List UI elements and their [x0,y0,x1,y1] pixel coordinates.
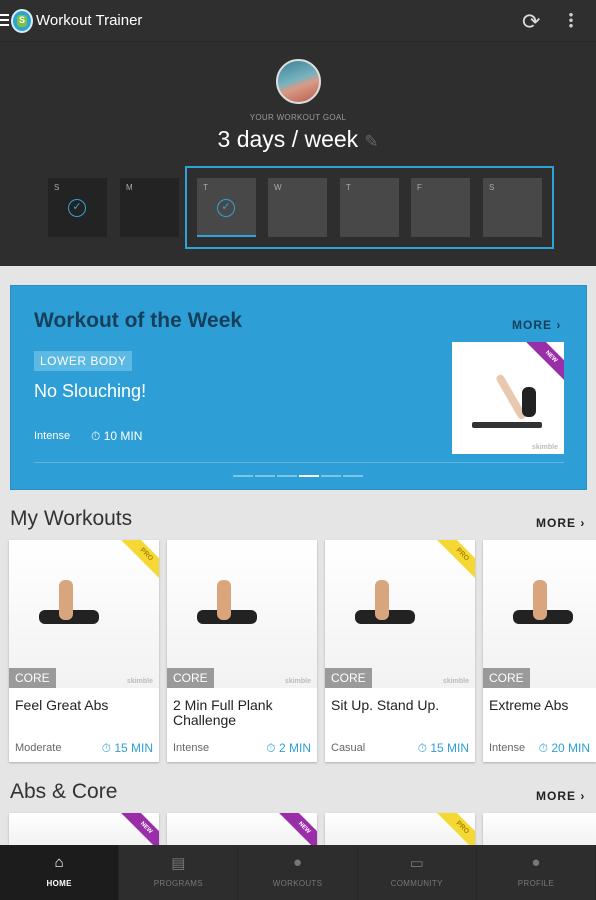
intensity: Intense [173,742,210,754]
intensity: Intense [34,430,71,442]
avatar[interactable] [276,59,321,104]
new-badge: NEW [524,342,564,384]
timer-icon: ⏱ [417,741,427,755]
tab-community[interactable]: ▭ COMMUNITY [358,845,477,900]
wotw-title: Workout of the Week [34,309,243,332]
abs-core-more-link[interactable]: MORE › [536,789,585,803]
edit-pencil-icon[interactable]: ✎ [364,132,378,151]
abs-workout-card[interactable]: NEW [167,813,317,845]
goal-text: 3 days / week [217,126,359,152]
chat-icon: ▭ [409,855,424,872]
workout-image: PRO [325,813,475,845]
duration: ⏱ 20 MIN [538,741,590,755]
page-dot [277,475,297,477]
duration: ⏱ 15 MIN [417,741,469,755]
workout-image: PRO CORE skimble [9,540,159,688]
day-4[interactable]: T [340,178,399,237]
abs-workout-card[interactable]: PRO [325,813,475,845]
workout-card[interactable]: CORE skimble 2 Min Full Plank Challenge … [167,540,317,762]
section-title-abs-core: Abs & Core [10,780,118,803]
duration: ⏱ 10 MIN [91,429,143,443]
abs-workout-card[interactable]: NEW [9,813,159,845]
workout-image: NEW [167,813,317,845]
watermark: skimble [531,444,558,451]
divider [34,462,564,463]
page-dot [343,475,363,477]
tab-home[interactable]: ⌂ HOME [0,845,120,900]
watermark: skimble [442,678,469,685]
category-tag: LOWER BODY [34,351,133,371]
workout-card[interactable]: PRO CORE skimble Sit Up. Stand Up. Casua… [325,540,475,762]
my-workouts-more-link[interactable]: MORE › [536,516,585,530]
timer-icon: ⏱ [101,741,111,755]
workout-of-the-week-card[interactable]: Workout of the Week MORE › LOWER BODY No… [10,285,587,490]
calendar-icon: ▤ [171,855,186,872]
timer-icon: ⏱ [91,429,101,443]
new-badge: NEW [277,813,317,845]
day-1[interactable]: M [120,178,179,237]
intensity: Intense [489,742,526,754]
watermark: skimble [284,678,311,685]
intensity: Casual [331,742,366,754]
day-2[interactable]: T ✓ [197,178,256,237]
app-title: Workout Trainer [36,12,143,29]
category-tag: CORE [325,668,372,688]
duration: ⏱ 15 MIN [101,741,153,755]
page-dot [255,475,275,477]
workout-card[interactable]: CORE Extreme Abs Intense ⏱ 20 MIN [483,540,596,762]
pro-badge: PRO [435,813,475,845]
day-0[interactable]: S ✓ [48,178,107,237]
goal-header: YOUR WORKOUT GOAL 3 days / week ✎ S ✓ M T ✓ W T… [0,42,596,266]
pro-badge: PRO [435,540,475,582]
watermark: skimble [126,678,153,685]
pro-badge: PRO [119,540,159,582]
app-logo[interactable]: S [11,9,33,33]
overflow-menu-icon[interactable] [569,12,573,28]
workout-image: CORE [483,540,596,688]
day-3[interactable]: W [268,178,327,237]
page-dot [321,475,341,477]
bottom-navigation: ⌂ HOME ▤ PROGRAMS ● WORKOUTS ▭ COMMUNITY ● PROFIL… [0,845,596,900]
stopwatch-icon: ● [292,854,303,871]
new-badge: NEW [119,813,159,845]
day-5[interactable]: F [411,178,470,237]
section-title-my-workouts: My Workouts [10,507,133,530]
menu-icon[interactable] [0,14,9,26]
day-6[interactable]: S [483,178,542,237]
tab-workouts[interactable]: ● WORKOUTS [238,845,358,900]
tab-profile[interactable]: ● PROFILE [477,845,596,900]
workout-image: CORE skimble [167,540,317,688]
workout-image: NEW [9,813,159,845]
check-icon: ✓ [217,199,235,217]
tab-programs[interactable]: ▤ PROGRAMS [119,845,239,900]
duration: ⏱ 2 MIN [266,741,311,755]
category-tag: CORE [483,668,530,688]
workout-name: Sit Up. Stand Up. [331,697,440,713]
check-icon: ✓ [68,199,86,217]
goal-value[interactable]: 3 days / week ✎ [0,126,596,153]
abs-workout-card[interactable] [483,813,596,845]
workout-card[interactable]: PRO CORE skimble Feel Great Abs Moderate… [9,540,159,762]
sync-icon[interactable]: ⟳ [522,9,540,35]
category-tag: CORE [167,668,214,688]
intensity: Moderate [15,742,62,754]
page-dot [299,475,319,477]
action-bar: S Workout Trainer ⟳ [0,0,596,42]
wotw-more-link[interactable]: MORE › [512,318,561,332]
timer-icon: ⏱ [266,741,276,755]
person-icon: ● [531,854,541,871]
timer-icon: ⏱ [538,741,548,755]
page-indicator [233,475,363,477]
workout-image: NEW skimble [452,342,564,454]
workout-name: Feel Great Abs [15,697,109,713]
workout-name: No Slouching! [34,381,147,401]
page-dot [233,475,253,477]
category-tag: CORE [9,668,56,688]
workout-name: Extreme Abs [489,697,569,713]
goal-label: YOUR WORKOUT GOAL [249,113,347,122]
workout-image: PRO CORE skimble [325,540,475,688]
workout-image [483,813,596,845]
home-icon: ⌂ [54,854,64,871]
workout-name: 2 Min Full Plank Challenge [173,697,273,728]
